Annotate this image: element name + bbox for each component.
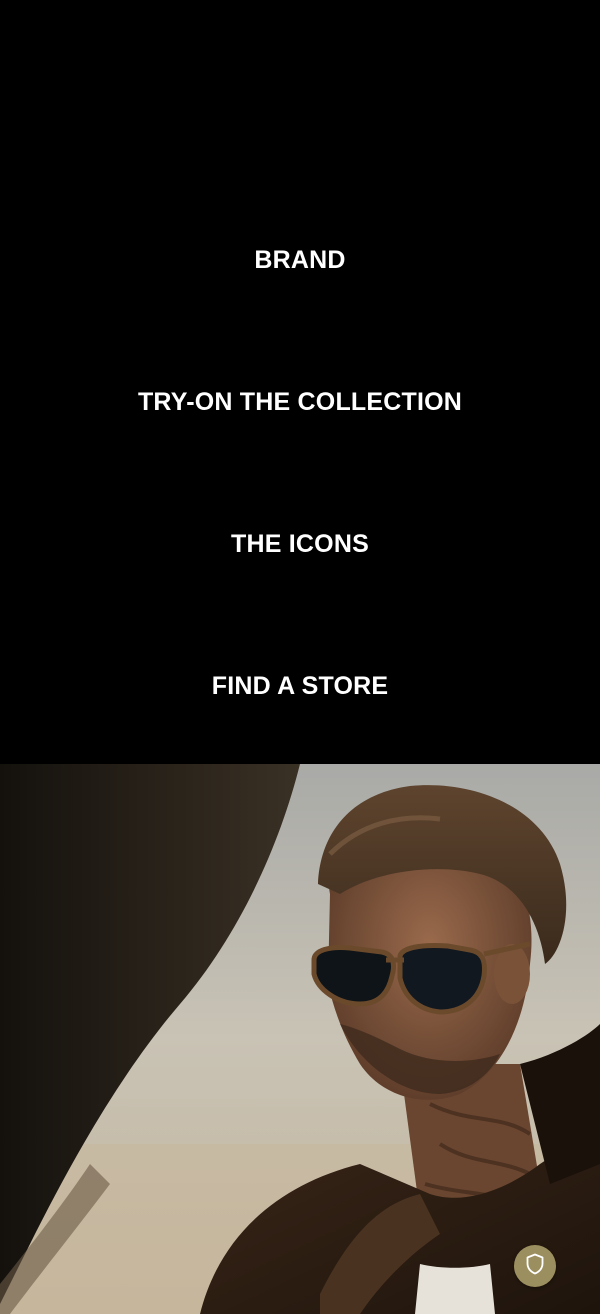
- menu-item-find-a-store[interactable]: FIND A STORE: [0, 671, 600, 701]
- privacy-shield-button[interactable]: [514, 1245, 556, 1287]
- man-in-sunglasses-photo: [0, 764, 600, 1314]
- page: BRAND TRY-ON THE COLLECTION THE ICONS FI…: [0, 0, 600, 1314]
- menu-item-brand[interactable]: BRAND: [0, 245, 600, 275]
- shield-icon: [525, 1253, 545, 1280]
- main-menu: BRAND TRY-ON THE COLLECTION THE ICONS FI…: [0, 0, 600, 764]
- hero-image: [0, 764, 600, 1314]
- menu-item-the-icons[interactable]: THE ICONS: [0, 529, 600, 559]
- menu-item-try-on-collection[interactable]: TRY-ON THE COLLECTION: [0, 387, 600, 417]
